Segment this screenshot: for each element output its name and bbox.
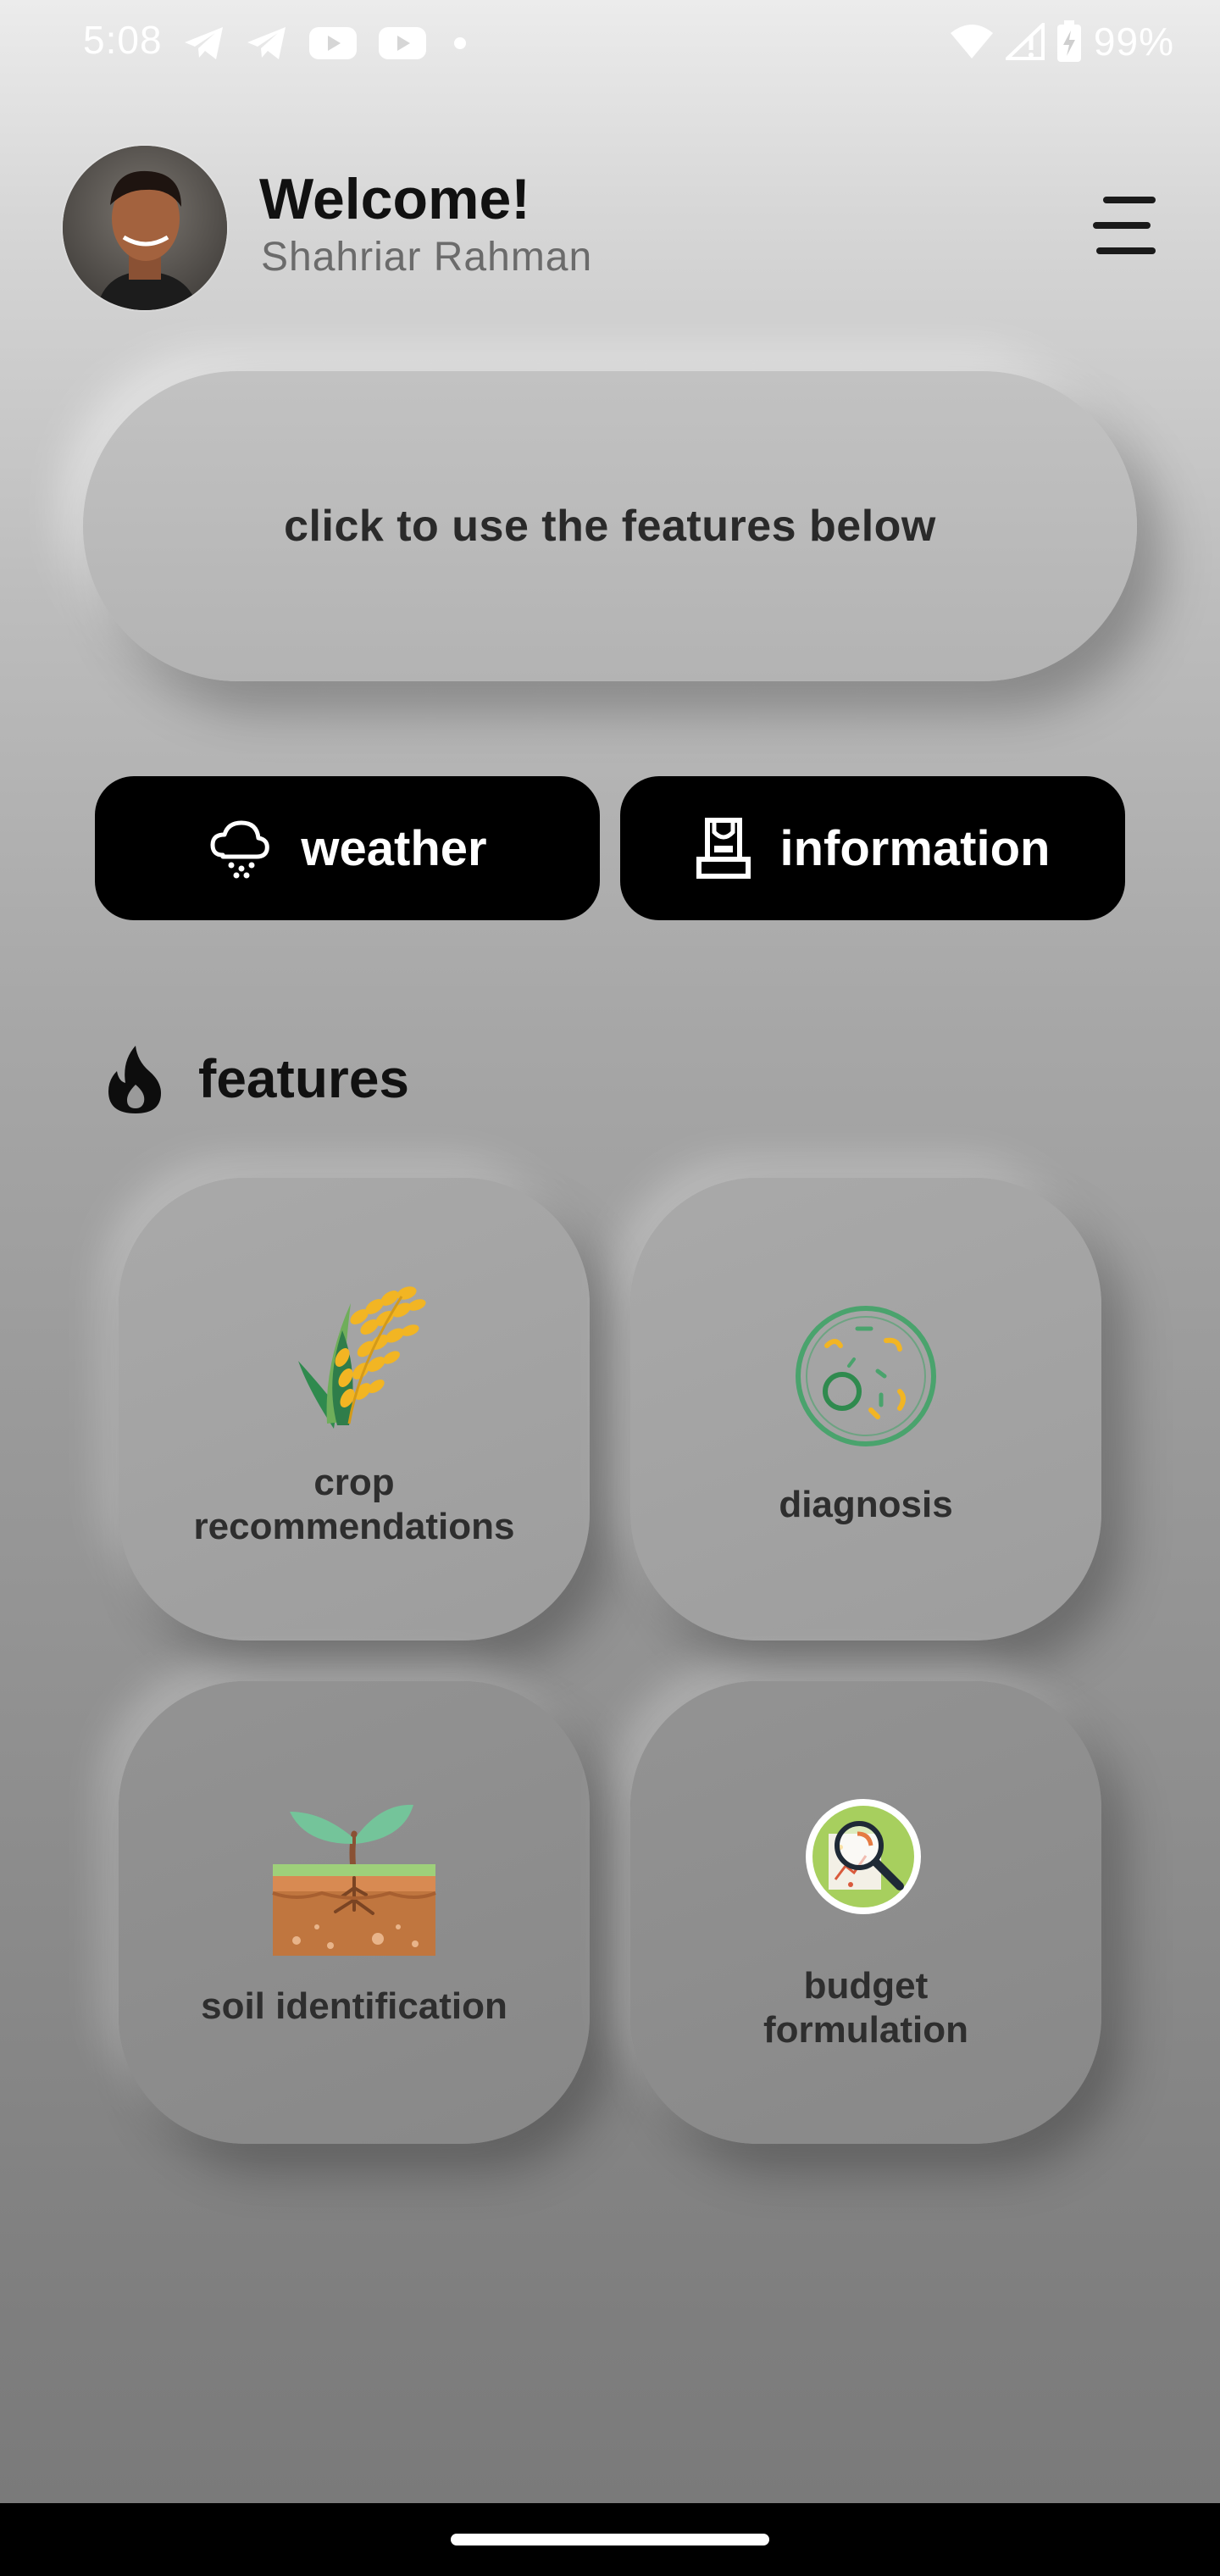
battery-charging-icon (1056, 20, 1081, 62)
soil-identification-label: soil identification (201, 1985, 507, 2027)
user-name: Shahriar Rahman (261, 235, 593, 280)
telegram-icon (185, 27, 223, 59)
wheat-icon (298, 1286, 426, 1429)
youtube-icon (379, 27, 426, 59)
info-device-icon (696, 818, 751, 879)
status-right: 99% (950, 19, 1174, 64)
cta-text: click to use the features below (284, 502, 936, 551)
information-button[interactable]: information (620, 776, 1125, 920)
information-button-label: information (779, 820, 1051, 876)
cell-signal-icon (1005, 23, 1045, 60)
soil-identification-card[interactable]: soil identification (119, 1681, 590, 2144)
avatar[interactable] (63, 146, 227, 310)
budget-formulation-label: budget formulation (763, 1965, 968, 2051)
flame-icon (108, 1046, 161, 1113)
features-title: features (198, 1048, 409, 1109)
weather-button[interactable]: weather (95, 776, 600, 920)
crop-recommendations-label: crop recommendations (193, 1462, 515, 1547)
magnifier-chart-icon (806, 1799, 921, 1914)
diagnosis-label: diagnosis (779, 1484, 953, 1525)
crop-recommendations-card[interactable]: crop recommendations (119, 1178, 590, 1641)
weather-button-label: weather (301, 820, 487, 876)
telegram-icon (247, 27, 286, 59)
diagnosis-card[interactable]: diagnosis (630, 1178, 1101, 1641)
wifi-icon (950, 25, 993, 58)
cloud-rain-icon (210, 820, 270, 879)
petri-dish-icon (796, 1306, 936, 1446)
welcome-heading: Welcome! (259, 167, 530, 231)
notification-icons (183, 20, 473, 66)
status-bar: 5:08 99% (0, 0, 1220, 85)
budget-formulation-card[interactable]: budget formulation (630, 1681, 1101, 2144)
status-time: 5:08 (83, 18, 163, 62)
menu-icon[interactable] (1093, 193, 1161, 258)
battery-percentage: 99% (1093, 19, 1174, 64)
avatar-photo (63, 146, 227, 310)
dot-icon (454, 37, 466, 49)
soil-sprout-icon (272, 1804, 436, 1956)
features-cta-card[interactable]: click to use the features below (83, 371, 1137, 681)
youtube-icon (309, 27, 357, 59)
home-gesture-handle[interactable] (451, 2534, 769, 2545)
